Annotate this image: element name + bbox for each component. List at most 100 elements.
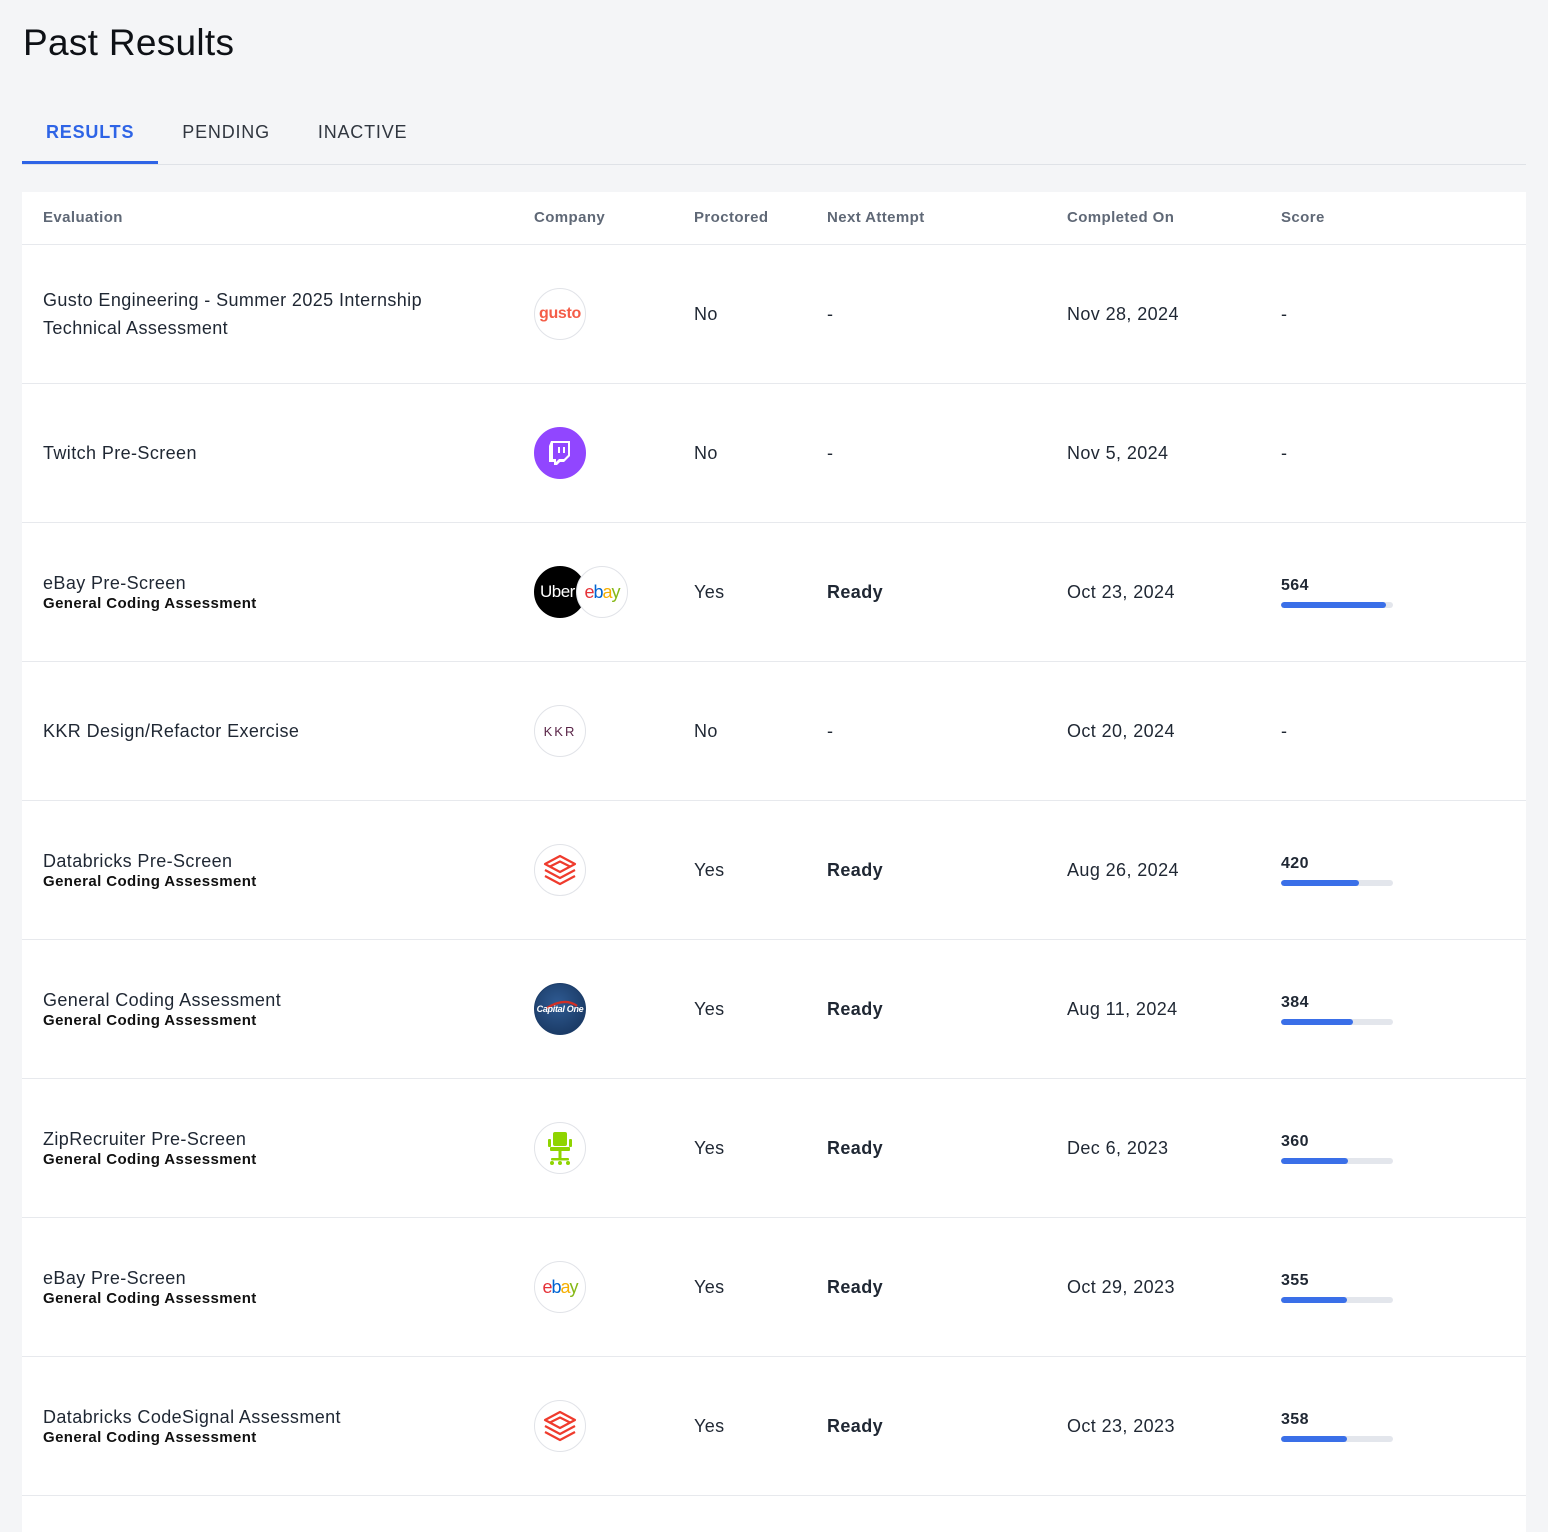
column-header-score[interactable]: Score xyxy=(1281,192,1325,244)
evaluation-title[interactable]: Twitch Pre-Screen xyxy=(43,439,503,467)
proctored-value: No xyxy=(694,442,718,463)
completed-on-value: Oct 20, 2024 xyxy=(1067,720,1175,741)
table-row[interactable]: Databricks Pre-Screen General Coding Ass… xyxy=(22,801,1526,940)
evaluation-subtitle: General Coding Assessment xyxy=(43,1429,257,1446)
twitch-logo-icon xyxy=(534,427,586,479)
proctored-value: Yes xyxy=(694,1137,725,1158)
score-value: 384 xyxy=(1281,993,1309,1011)
ebay-logo-icon: ebay xyxy=(534,1261,586,1313)
completed-on-value: Dec 6, 2023 xyxy=(1067,1137,1169,1158)
completed-on-value: Oct 23, 2024 xyxy=(1067,581,1175,602)
evaluation-subtitle: General Coding Assessment xyxy=(43,1012,257,1029)
ebay-logo-icon: ebay xyxy=(576,566,628,618)
databricks-logo-icon xyxy=(534,844,586,896)
proctored-value: Yes xyxy=(694,998,725,1019)
score-bar-fill xyxy=(1281,879,1360,886)
proctored-value: Yes xyxy=(694,859,725,880)
score-value: 420 xyxy=(1281,854,1309,872)
column-header-next-attempt[interactable]: Next Attempt xyxy=(827,192,925,244)
results-table: Evaluation Company Proctored Next Attemp… xyxy=(22,192,1526,1532)
proctored-value: No xyxy=(694,720,718,741)
next-attempt-value: - xyxy=(827,303,834,324)
ebay-wordmark: ebay xyxy=(542,1276,578,1297)
column-header-completed-on[interactable]: Completed On xyxy=(1067,192,1174,244)
table-row[interactable]: Databricks CodeSignal Assessment General… xyxy=(22,1357,1526,1496)
capital-one-logo-icon: Capital One xyxy=(534,983,586,1035)
completed-on-value: Nov 28, 2024 xyxy=(1067,303,1179,324)
evaluation-subtitle: General Coding Assessment xyxy=(43,1151,257,1168)
evaluation-subtitle: General Coding Assessment xyxy=(43,595,257,612)
next-attempt-value: Ready xyxy=(827,1276,884,1297)
tab-bar: RESULTS PENDING INACTIVE xyxy=(22,100,1526,165)
score-value: - xyxy=(1281,720,1288,741)
table-row[interactable]: eBay Pre-Screen General Coding Assessmen… xyxy=(22,1218,1526,1357)
table-row[interactable]: Twitch Pre-Screen No - Nov 5, 2024 - xyxy=(22,384,1526,523)
evaluation-title[interactable]: Gusto Engineering - Summer 2025 Internsh… xyxy=(43,286,503,342)
score-bar-fill xyxy=(1281,1157,1349,1164)
column-header-proctored[interactable]: Proctored xyxy=(694,192,768,244)
company-logos xyxy=(534,384,674,522)
score-bar xyxy=(1281,1296,1393,1303)
column-header-evaluation[interactable]: Evaluation xyxy=(43,192,123,244)
score-bar-fill xyxy=(1281,601,1387,608)
completed-on-value: Oct 29, 2023 xyxy=(1067,1276,1175,1297)
tab-pending[interactable]: PENDING xyxy=(158,100,294,164)
company-logos: KKR xyxy=(534,662,674,800)
score-bar-fill xyxy=(1281,1435,1348,1442)
score-bar xyxy=(1281,1157,1393,1164)
score-bar xyxy=(1281,879,1393,886)
table-body: Gusto Engineering - Summer 2025 Internsh… xyxy=(22,245,1526,1496)
evaluation-subtitle: General Coding Assessment xyxy=(43,873,257,890)
score-bar xyxy=(1281,1435,1393,1442)
score-value: 358 xyxy=(1281,1410,1309,1428)
next-attempt-value: Ready xyxy=(827,581,884,602)
ebay-wordmark: ebay xyxy=(584,581,620,602)
table-row[interactable]: eBay Pre-Screen General Coding Assessmen… xyxy=(22,523,1526,662)
score-bar-fill xyxy=(1281,1296,1348,1303)
evaluation-title[interactable]: KKR Design/Refactor Exercise xyxy=(43,717,503,745)
next-attempt-value: Ready xyxy=(827,998,884,1019)
table-row[interactable]: Gusto Engineering - Summer 2025 Internsh… xyxy=(22,245,1526,384)
next-attempt-value: Ready xyxy=(827,1137,884,1158)
proctored-value: Yes xyxy=(694,1276,725,1297)
score-value: 564 xyxy=(1281,576,1309,594)
completed-on-value: Oct 23, 2023 xyxy=(1067,1415,1175,1436)
company-logos: gusto xyxy=(534,245,674,383)
next-attempt-value: - xyxy=(827,442,834,463)
page-title: Past Results xyxy=(23,22,235,63)
score-bar xyxy=(1281,1018,1393,1025)
score-bar xyxy=(1281,601,1393,608)
table-row[interactable]: General Coding Assessment General Coding… xyxy=(22,940,1526,1079)
table-row[interactable]: KKR Design/Refactor Exercise KKR No - Oc… xyxy=(22,662,1526,801)
tab-inactive[interactable]: INACTIVE xyxy=(294,100,431,164)
table-header: Evaluation Company Proctored Next Attemp… xyxy=(22,192,1526,245)
company-logos xyxy=(534,1079,674,1217)
evaluation-subtitle: General Coding Assessment xyxy=(43,1290,257,1307)
next-attempt-value: Ready xyxy=(827,1415,884,1436)
completed-on-value: Aug 26, 2024 xyxy=(1067,859,1179,880)
next-attempt-value: Ready xyxy=(827,859,884,880)
company-logos: Uber ebay xyxy=(534,523,674,661)
table-row[interactable]: ZipRecruiter Pre-Screen General Coding A… xyxy=(22,1079,1526,1218)
score-value: 355 xyxy=(1281,1271,1309,1289)
gusto-logo-icon: gusto xyxy=(534,288,586,340)
score-bar-fill xyxy=(1281,1018,1353,1025)
company-logos xyxy=(534,1357,674,1495)
next-attempt-value: - xyxy=(827,720,834,741)
company-logos: Capital One xyxy=(534,940,674,1078)
proctored-value: Yes xyxy=(694,1415,725,1436)
score-value: 360 xyxy=(1281,1132,1309,1150)
score-value: - xyxy=(1281,303,1288,324)
company-logos: ebay xyxy=(534,1218,674,1356)
proctored-value: Yes xyxy=(694,581,725,602)
completed-on-value: Aug 11, 2024 xyxy=(1067,998,1178,1019)
company-logos xyxy=(534,801,674,939)
tab-results[interactable]: RESULTS xyxy=(22,100,159,164)
completed-on-value: Nov 5, 2024 xyxy=(1067,442,1169,463)
column-header-company[interactable]: Company xyxy=(534,192,605,244)
proctored-value: No xyxy=(694,303,718,324)
databricks-logo-icon xyxy=(534,1400,586,1452)
score-value: - xyxy=(1281,442,1288,463)
kkr-logo-icon: KKR xyxy=(534,705,586,757)
ziprecruiter-logo-icon xyxy=(534,1122,586,1174)
